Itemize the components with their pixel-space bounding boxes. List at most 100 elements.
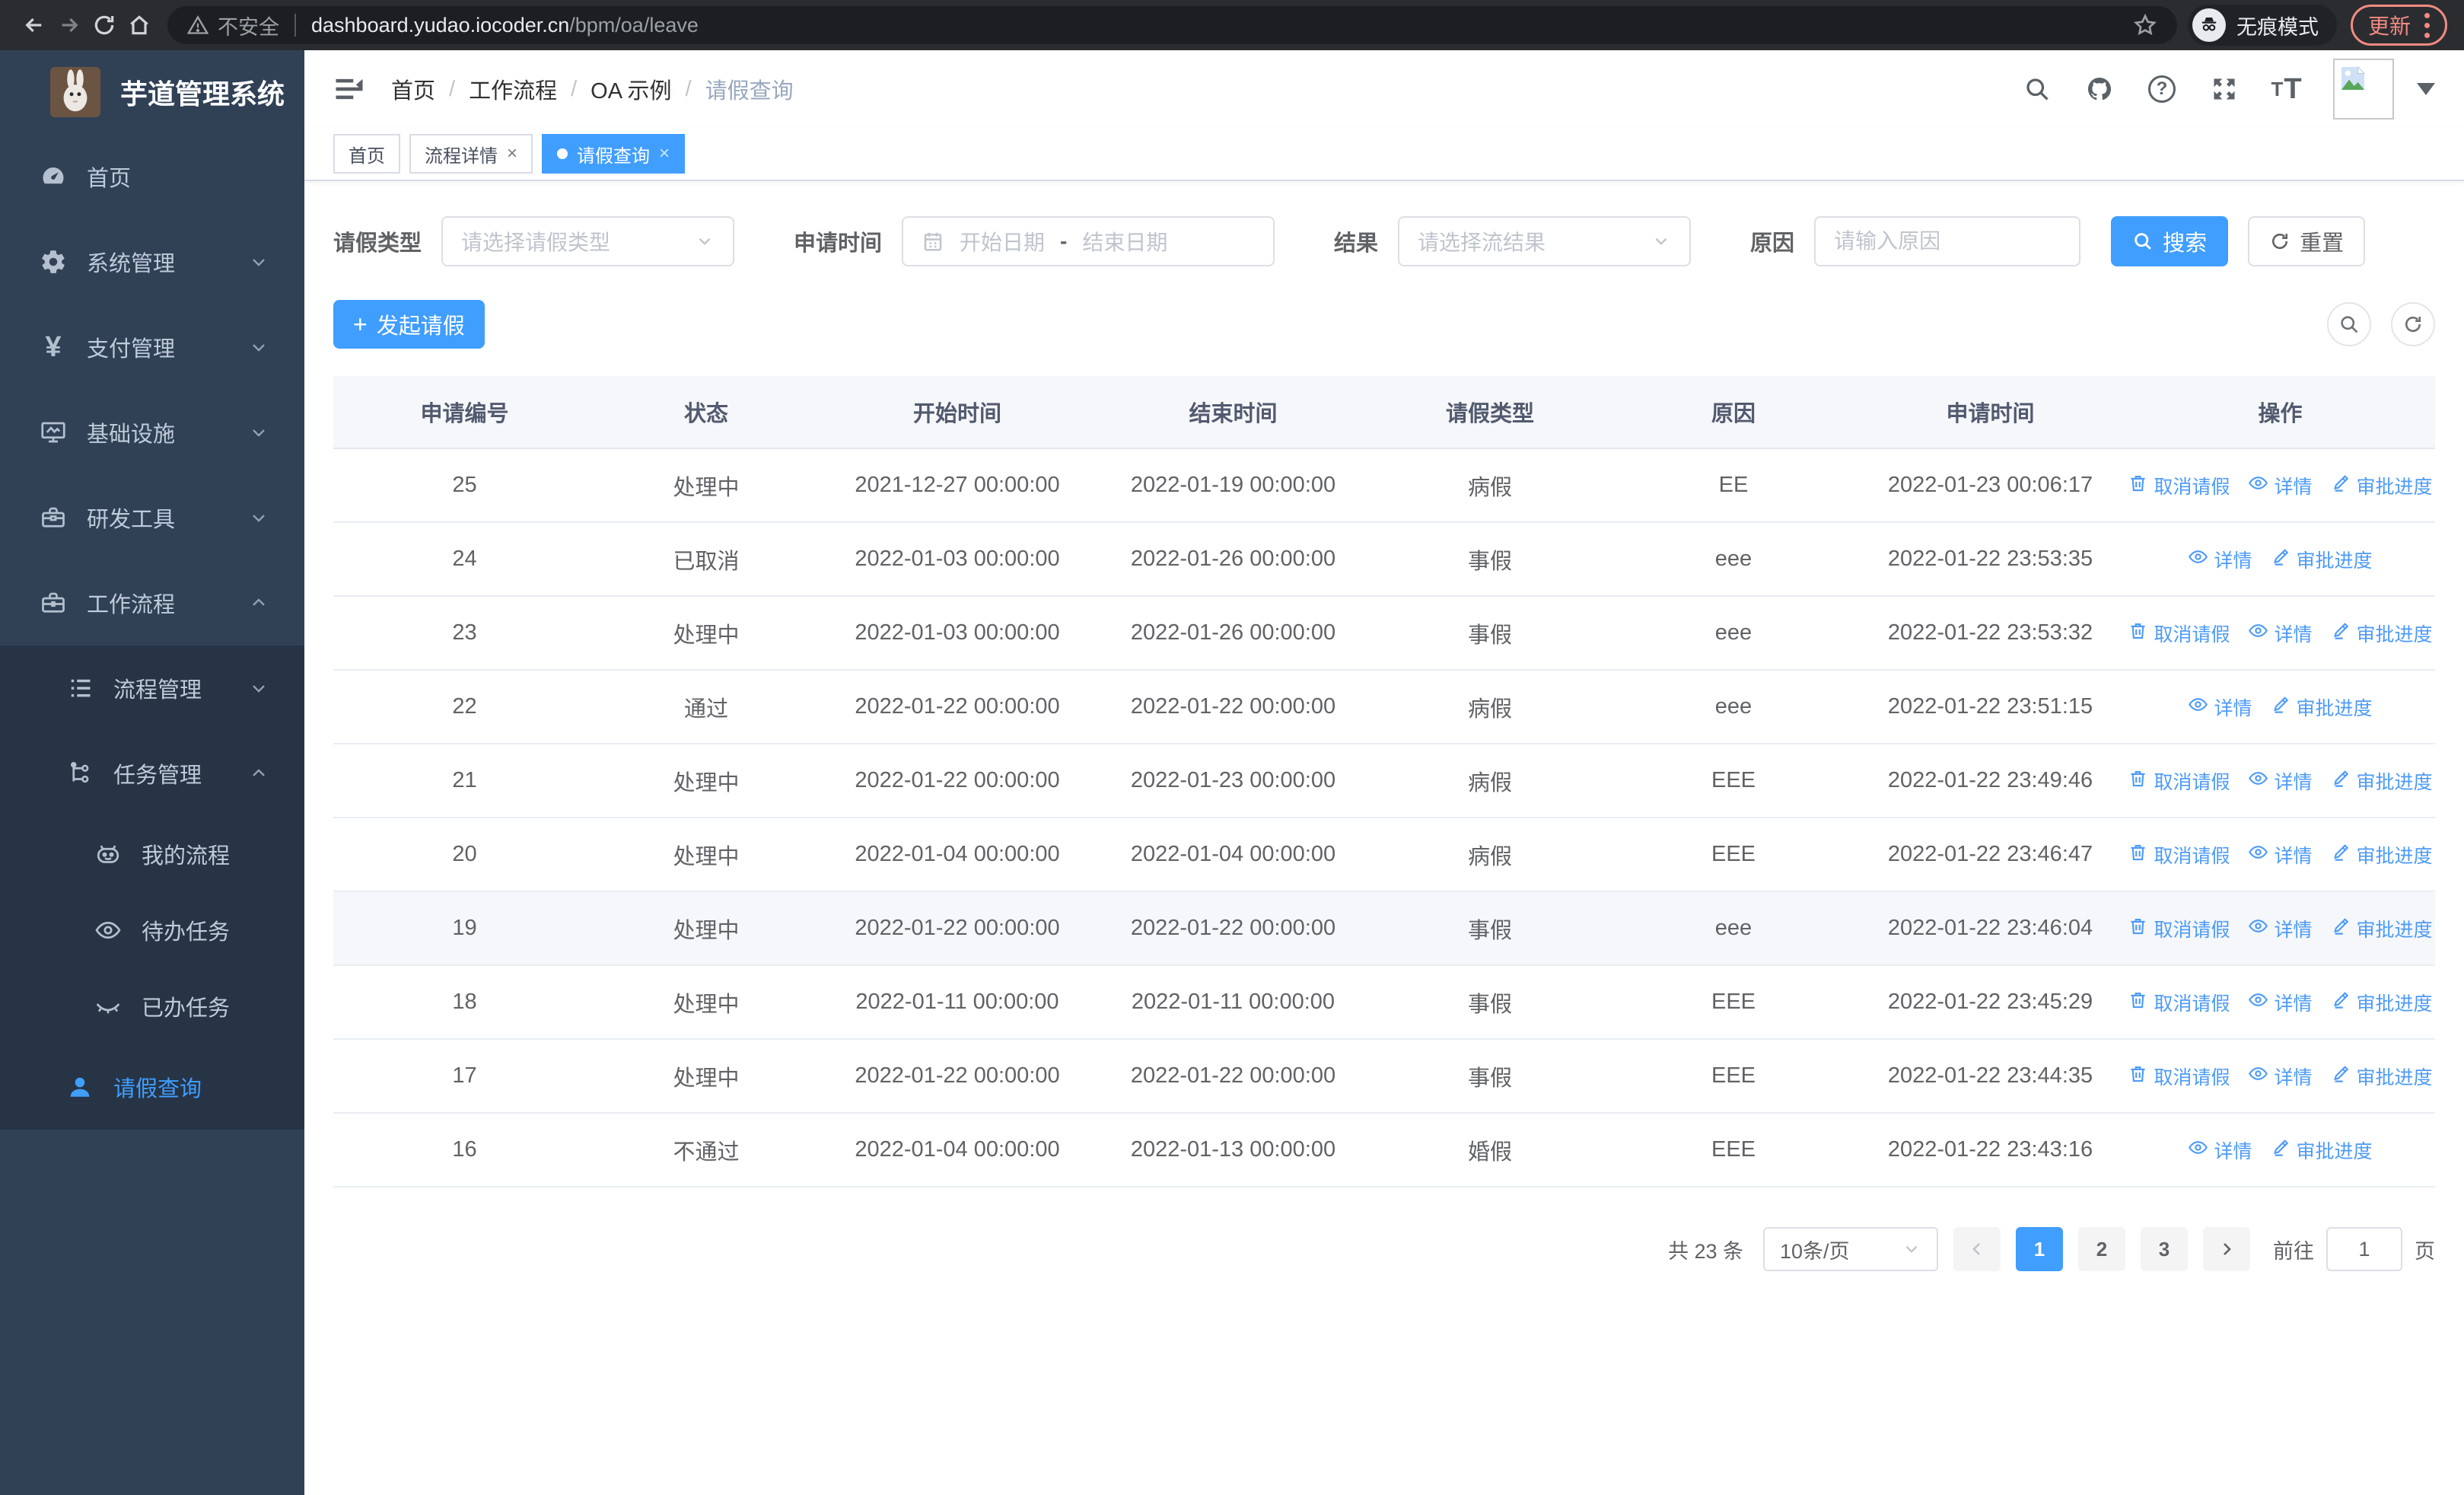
detail-action-link[interactable]: 详情 <box>2248 767 2313 795</box>
breadcrumb-item-1[interactable]: 工作流程 <box>469 73 557 105</box>
avatar-dropdown-caret[interactable] <box>2417 83 2435 95</box>
address-bar[interactable]: 不安全 dashboard.yudao.iocoder.cn/bpm/oa/le… <box>167 6 2177 44</box>
cell-type: 病假 <box>1368 670 1612 744</box>
sidebar-item-7[interactable]: 任务管理 <box>0 731 304 816</box>
detail-action-link[interactable]: 详情 <box>2248 472 2313 499</box>
cell-id: 24 <box>333 522 596 597</box>
detail-action-link[interactable]: 详情 <box>2248 1063 2313 1090</box>
action-label: 详情 <box>2214 1140 2252 1162</box>
sidebar-collapse-icon[interactable] <box>333 73 365 105</box>
monitor-icon <box>38 417 68 448</box>
cell-start: 2022-01-03 00:00:00 <box>817 522 1098 597</box>
progress-action-link[interactable]: 审批进度 <box>2271 546 2373 573</box>
cancel-action-link[interactable]: 取消请假 <box>2128 989 2230 1016</box>
sidebar-item-6[interactable]: 流程管理 <box>0 645 304 731</box>
app-logo-row[interactable]: 芋道管理系统 <box>0 50 304 134</box>
search-icon[interactable] <box>2021 73 2053 105</box>
detail-action-link[interactable]: 详情 <box>2248 620 2313 647</box>
close-icon[interactable]: × <box>507 145 517 163</box>
bookmark-star-icon[interactable] <box>2133 13 2157 37</box>
tab-2[interactable]: 请假查询 × <box>542 134 686 174</box>
sidebar-item-label: 系统管理 <box>87 252 176 276</box>
sidebar-item-3[interactable]: 基础设施 <box>0 390 304 475</box>
sidebar-item-11[interactable]: 请假查询 <box>0 1044 304 1130</box>
tab-1[interactable]: 流程详情 × <box>409 134 533 174</box>
detail-action-link[interactable]: 详情 <box>2248 915 2313 942</box>
breadcrumb-item-2[interactable]: OA 示例 <box>591 73 671 105</box>
progress-action-link[interactable]: 审批进度 <box>2331 915 2433 942</box>
table-header-row: 申请编号 状态 开始时间 结束时间 请假类型 原因 申请时间 操作 <box>333 376 2435 449</box>
create-leave-button[interactable]: + 发起请假 <box>333 300 485 349</box>
toggle-search-button[interactable] <box>2327 302 2371 346</box>
cancel-action-link[interactable]: 取消请假 <box>2128 620 2230 647</box>
fullscreen-icon[interactable] <box>2208 73 2240 105</box>
user-avatar[interactable] <box>2333 59 2394 120</box>
browser-forward-icon[interactable] <box>52 8 87 43</box>
trash-icon <box>2128 916 2148 942</box>
goto-page-input[interactable] <box>2326 1227 2402 1271</box>
next-page-button[interactable] <box>2203 1227 2250 1271</box>
result-select[interactable]: 请选择流结果 <box>1398 216 1692 266</box>
refresh-button[interactable] <box>2391 302 2435 346</box>
reset-button[interactable]: 重置 <box>2248 216 2366 266</box>
cancel-action-link[interactable]: 取消请假 <box>2128 915 2230 942</box>
breadcrumb-item-0[interactable]: 首页 <box>391 73 435 105</box>
progress-action-link[interactable]: 审批进度 <box>2331 1063 2433 1090</box>
detail-action-link[interactable]: 详情 <box>2188 546 2252 573</box>
sidebar-item-1[interactable]: 系统管理 <box>0 219 304 304</box>
tab-0[interactable]: 首页 <box>333 134 400 174</box>
sidebar-item-8[interactable]: 我的流程 <box>0 816 304 892</box>
progress-action-link[interactable]: 审批进度 <box>2331 620 2433 647</box>
app-title: 芋道管理系统 <box>120 78 285 110</box>
search-button[interactable]: 搜索 <box>2111 216 2229 266</box>
sidebar-item-5[interactable]: 工作流程 <box>0 560 304 645</box>
browser-update-button[interactable]: 更新 <box>2350 5 2447 46</box>
column-header-1: 状态 <box>596 376 817 449</box>
sidebar-item-10[interactable]: 已办任务 <box>0 968 304 1044</box>
page-button-1[interactable]: 1 <box>2016 1227 2063 1271</box>
help-icon[interactable]: ? <box>2146 73 2178 105</box>
page-button-2[interactable]: 2 <box>2078 1227 2125 1271</box>
detail-action-link[interactable]: 详情 <box>2188 693 2252 721</box>
page-button-3[interactable]: 3 <box>2141 1227 2188 1271</box>
cancel-action-link[interactable]: 取消请假 <box>2128 472 2230 499</box>
progress-action-link[interactable]: 审批进度 <box>2331 841 2433 869</box>
cell-start: 2022-01-22 00:00:00 <box>817 744 1098 818</box>
progress-action-link[interactable]: 审批进度 <box>2271 693 2373 721</box>
progress-action-link[interactable]: 审批进度 <box>2331 472 2433 499</box>
omnibox-divider <box>294 14 296 37</box>
browser-reload-icon[interactable] <box>87 8 122 43</box>
cancel-action-link[interactable]: 取消请假 <box>2128 841 2230 869</box>
table-row: 18 处理中 2022-01-11 00:00:00 2022-01-11 00:00… <box>333 965 2435 1040</box>
font-size-icon[interactable]: TT <box>2271 73 2303 105</box>
progress-action-link[interactable]: 审批进度 <box>2331 767 2433 795</box>
leave-type-select[interactable]: 请选择请假类型 <box>441 216 735 266</box>
progress-action-link[interactable]: 审批进度 <box>2331 989 2433 1016</box>
github-icon[interactable] <box>2084 73 2115 105</box>
cell-status: 处理中 <box>596 1039 817 1114</box>
close-icon[interactable]: × <box>659 145 670 163</box>
sidebar-item-label: 基础设施 <box>87 422 176 447</box>
reason-input[interactable] <box>1816 218 2080 265</box>
sidebar-item-9[interactable]: 待办任务 <box>0 892 304 968</box>
detail-action-link[interactable]: 详情 <box>2248 841 2313 869</box>
cell-reason: EEE <box>1612 1113 1855 1187</box>
browser-home-icon[interactable] <box>122 8 157 43</box>
cancel-action-link[interactable]: 取消请假 <box>2128 767 2230 795</box>
detail-action-link[interactable]: 详情 <box>2188 1136 2252 1164</box>
progress-action-link[interactable]: 审批进度 <box>2271 1136 2373 1164</box>
sidebar-item-0[interactable]: 首页 <box>0 134 304 219</box>
browser-menu-icon[interactable] <box>2424 12 2430 38</box>
sidebar-item-2[interactable]: ¥ 支付管理 <box>0 304 304 390</box>
sidebar-item-4[interactable]: 研发工具 <box>0 475 304 560</box>
prev-page-button[interactable] <box>1953 1227 2001 1271</box>
detail-action-link[interactable]: 详情 <box>2248 989 2313 1016</box>
update-label[interactable]: 更新 <box>2368 10 2411 40</box>
action-label: 详情 <box>2214 550 2252 572</box>
browser-back-icon[interactable] <box>17 8 52 43</box>
apply-time-range-input[interactable]: 开始日期 - 结束日期 <box>902 216 1275 266</box>
trash-icon <box>2128 1063 2148 1089</box>
cancel-action-link[interactable]: 取消请假 <box>2128 1063 2230 1090</box>
security-label[interactable]: 不安全 <box>218 11 279 40</box>
page-size-select[interactable]: 10条/页 <box>1763 1227 1938 1271</box>
